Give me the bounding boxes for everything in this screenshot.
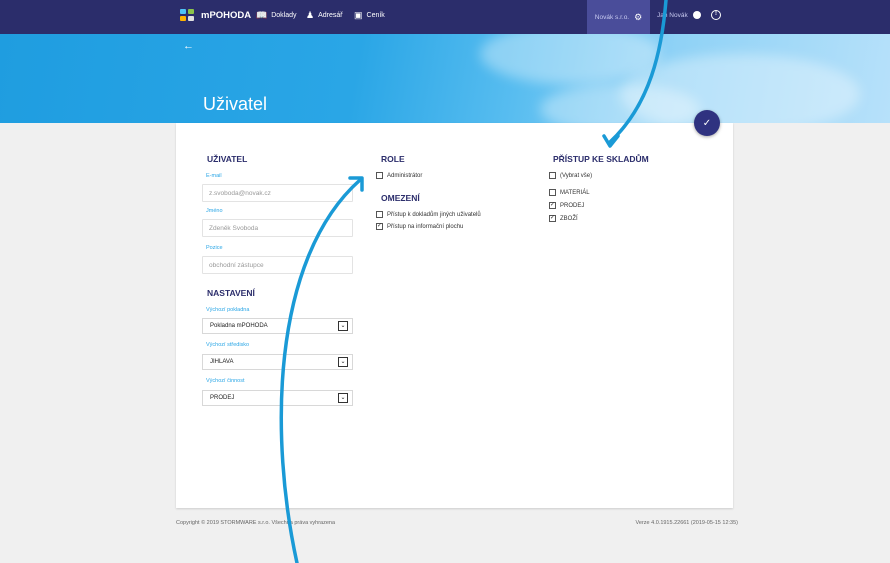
role-section-heading: ROLE xyxy=(381,154,405,164)
default-center-value: JIHLAVA xyxy=(210,359,234,365)
restrict-dashboard-checkbox[interactable]: ✓ Přístup na informační plochu xyxy=(376,223,463,230)
account-icon xyxy=(692,11,701,19)
checkbox-unchecked-icon xyxy=(376,172,383,179)
role-administrator-label: Administrátor xyxy=(387,172,423,179)
default-activity-select[interactable]: PRODEJ ⌄ xyxy=(202,390,353,406)
checkbox-unchecked-icon xyxy=(376,211,383,218)
warehouse-zbozi-checkbox[interactable]: ✓ ZBOŽÍ xyxy=(549,215,578,222)
warehouse-section-heading: PŘÍSTUP KE SKLADŮM xyxy=(553,154,649,164)
email-label: E-mail xyxy=(206,173,222,179)
email-field[interactable] xyxy=(202,184,353,202)
warehouse-select-all-checkbox[interactable]: (Vybrat vše) xyxy=(549,172,592,179)
nav-cenik-label: Ceník xyxy=(366,12,385,19)
default-cashbox-value: Pokladna mPOHODA xyxy=(210,323,268,329)
back-arrow-icon[interactable]: ← xyxy=(183,40,194,52)
warehouse-material-label: MATERIÁL xyxy=(560,189,590,196)
checkbox-unchecked-icon xyxy=(549,189,556,196)
name-field[interactable] xyxy=(202,219,353,237)
default-activity-label: Výchozí činnost xyxy=(206,378,245,384)
brand-logo[interactable]: mPOHODA xyxy=(180,9,251,22)
user-menu[interactable]: Jan Novák xyxy=(657,11,701,19)
chevron-down-icon: ⌄ xyxy=(338,321,348,331)
checkbox-checked-icon: ✓ xyxy=(549,215,556,222)
brand-name: mPOHODA xyxy=(201,10,252,21)
restrict-other-docs-checkbox[interactable]: Přístup k dokladům jiných uživatelů xyxy=(376,211,481,218)
default-cashbox-select[interactable]: Pokladna mPOHODA ⌄ xyxy=(202,318,353,334)
user-form-card xyxy=(176,123,733,508)
default-cashbox-label: Výchozí pokladna xyxy=(206,307,250,313)
checkbox-unchecked-icon xyxy=(549,172,556,179)
checkbox-checked-icon: ✓ xyxy=(376,223,383,230)
default-center-label: Výchozí středisko xyxy=(206,342,250,348)
default-center-select[interactable]: JIHLAVA ⌄ xyxy=(202,354,353,370)
top-navigation-bar: mPOHODA 📖 Doklady ♟ Adresář ▣ Ceník Nová… xyxy=(0,0,890,34)
copyright-text: Copyright © 2019 STORMWARE s.r.o. Všechn… xyxy=(176,520,336,526)
warehouse-prodej-checkbox[interactable]: ✓ PRODEJ xyxy=(549,202,584,209)
role-administrator-checkbox[interactable]: Administrátor xyxy=(376,172,422,179)
restrict-section-heading: OMEZENÍ xyxy=(381,193,420,203)
catalog-icon: ▣ xyxy=(354,10,363,20)
nav-doklady[interactable]: 📖 Doklady xyxy=(256,11,297,20)
position-field[interactable] xyxy=(202,256,353,274)
position-label: Pozice xyxy=(206,245,223,251)
nav-adresar[interactable]: ♟ Adresář xyxy=(306,11,343,20)
person-icon: ♟ xyxy=(306,10,315,20)
mpohoda-logo-icon xyxy=(180,9,195,22)
warehouse-select-all-label: (Vybrat vše) xyxy=(560,172,593,179)
name-label: Jméno xyxy=(206,208,223,214)
settings-section-heading: NASTAVENÍ xyxy=(207,288,255,298)
company-name: Novák s.r.o. xyxy=(594,13,630,21)
restrict-other-docs-label: Přístup k dokladům jiných uživatelů xyxy=(387,211,481,218)
book-icon: 📖 xyxy=(256,10,268,20)
chevron-down-icon: ⌄ xyxy=(338,357,348,367)
warehouse-zbozi-label: ZBOŽÍ xyxy=(560,215,578,222)
company-switcher[interactable]: Novák s.r.o. ⚙ xyxy=(587,0,650,34)
info-icon[interactable]: ! xyxy=(711,10,721,20)
version-text: Verze 4.0.1915.22661 (2019-05-15 12:35) xyxy=(635,520,738,526)
page-header-banner xyxy=(0,34,890,123)
checkbox-checked-icon: ✓ xyxy=(549,202,556,209)
save-check-button[interactable]: ✓ xyxy=(694,110,720,136)
chevron-down-icon: ⌄ xyxy=(338,393,348,403)
user-section-heading: UŽIVATEL xyxy=(207,154,248,164)
nav-adresar-label: Adresář xyxy=(318,12,343,19)
user-name: Jan Novák xyxy=(657,11,688,19)
page-title: Uživatel xyxy=(203,94,268,114)
nav-cenik[interactable]: ▣ Ceník xyxy=(354,11,385,20)
warehouse-material-checkbox[interactable]: MATERIÁL xyxy=(549,189,590,196)
nav-doklady-label: Doklady xyxy=(271,12,297,19)
warehouse-prodej-label: PRODEJ xyxy=(560,202,585,209)
restrict-dashboard-label: Přístup na informační plochu xyxy=(387,223,464,230)
default-activity-value: PRODEJ xyxy=(210,395,235,401)
gear-icon: ⚙ xyxy=(634,11,643,22)
